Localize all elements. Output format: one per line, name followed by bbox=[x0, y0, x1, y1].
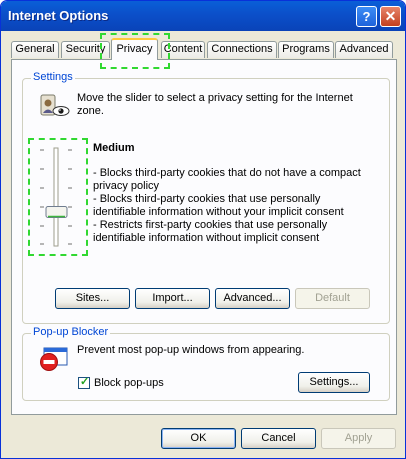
block-popups-checkbox[interactable]: ✓ bbox=[78, 376, 90, 389]
window-title: Internet Options bbox=[8, 8, 109, 23]
popup-blocker-description: Prevent most pop-up windows from appeari… bbox=[77, 344, 305, 356]
block-popups-label[interactable]: Block pop-ups bbox=[94, 377, 164, 390]
internet-options-dialog: Internet Options ? ✕ General Security Pr… bbox=[0, 0, 406, 459]
tab-connections[interactable]: Connections bbox=[207, 41, 277, 58]
advanced-button[interactable]: Advanced... bbox=[215, 288, 290, 309]
tab-advanced[interactable]: Advanced bbox=[335, 41, 393, 58]
privacy-desc-2: - Blocks third-party cookies that use pe… bbox=[93, 193, 344, 218]
apply-button[interactable]: Apply bbox=[321, 428, 396, 449]
privacy-panel: Settings Move the slider to select a pri… bbox=[11, 59, 397, 415]
default-button[interactable]: Default bbox=[295, 288, 370, 309]
settings-instruction: Move the slider to select a privacy sett… bbox=[77, 92, 353, 117]
privacy-tab-highlight bbox=[100, 33, 170, 69]
tab-programs[interactable]: Programs bbox=[278, 41, 334, 58]
close-button[interactable]: ✕ bbox=[380, 6, 401, 27]
sites-button[interactable]: Sites... bbox=[55, 288, 130, 309]
ok-button[interactable]: OK bbox=[161, 428, 236, 449]
tab-general[interactable]: General bbox=[11, 41, 59, 58]
popup-blocker-legend: Pop-up Blocker bbox=[31, 326, 111, 338]
privacy-desc-1: - Blocks third-party cookies that do not… bbox=[93, 167, 361, 192]
popup-settings-button[interactable]: Settings... bbox=[298, 372, 370, 393]
import-button[interactable]: Import... bbox=[135, 288, 210, 309]
privacy-desc-3: - Restricts first-party cookies that use… bbox=[93, 219, 328, 244]
help-button[interactable]: ? bbox=[356, 6, 377, 27]
checkmark-icon: ✓ bbox=[80, 376, 90, 388]
privacy-icon bbox=[39, 93, 71, 121]
privacy-level-label: Medium bbox=[93, 142, 135, 154]
settings-legend: Settings bbox=[31, 71, 75, 83]
slider-highlight bbox=[28, 138, 88, 256]
popup-blocker-icon bbox=[39, 347, 69, 373]
title-bar[interactable]: Internet Options ? ✕ bbox=[1, 1, 405, 31]
cancel-button[interactable]: Cancel bbox=[241, 428, 316, 449]
